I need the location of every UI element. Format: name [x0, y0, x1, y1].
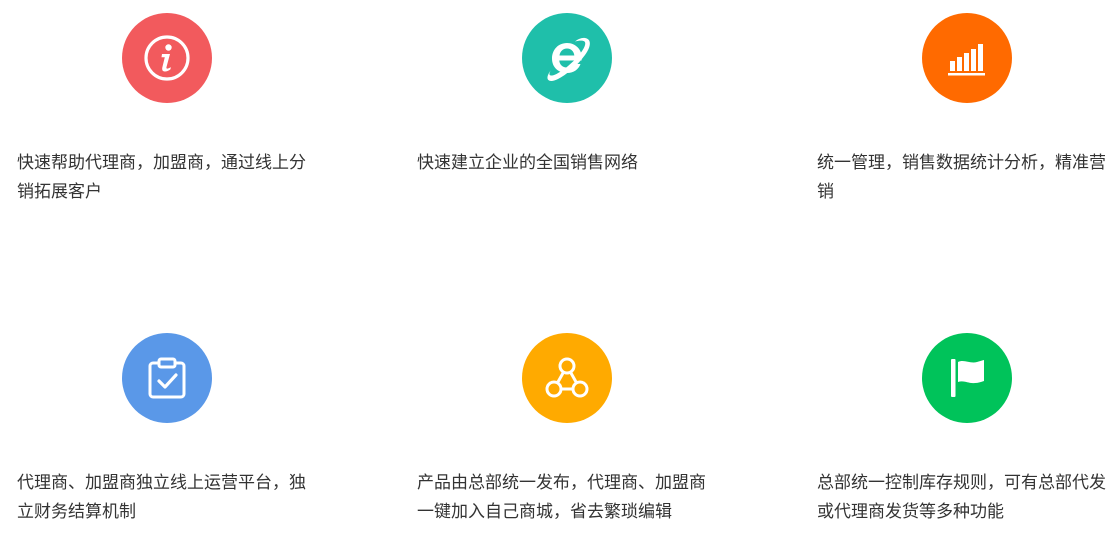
ie-browser-icon	[547, 37, 590, 81]
icon-circle	[922, 13, 1012, 103]
feature-description: 快速建立企业的全国销售网络	[417, 153, 638, 173]
flag-icon	[951, 359, 984, 397]
feature-description: 产品由总部统一发布，代理商、加盟商一键加入自己商城，省去繁琐编辑	[417, 473, 706, 522]
icon-circle	[122, 333, 212, 423]
feature-description: 统一管理，销售数据统计分析，精准营销	[817, 153, 1106, 202]
clipboard-check-icon	[148, 357, 186, 399]
feature-description: 总部统一控制库存规则，可有总部代发或代理商发货等多种功能	[817, 473, 1106, 522]
feature-description: 代理商、加盟商独立线上运营平台，独立财务结算机制	[17, 473, 306, 522]
bar-chart-icon	[948, 44, 985, 76]
network-nodes-icon	[545, 357, 589, 398]
icon-circle	[522, 333, 612, 423]
info-icon	[144, 35, 190, 81]
icon-circle	[522, 13, 612, 103]
icon-circle	[122, 13, 212, 103]
icon-circle	[922, 333, 1012, 423]
feature-description: 快速帮助代理商，加盟商，通过线上分销拓展客户	[17, 153, 306, 202]
